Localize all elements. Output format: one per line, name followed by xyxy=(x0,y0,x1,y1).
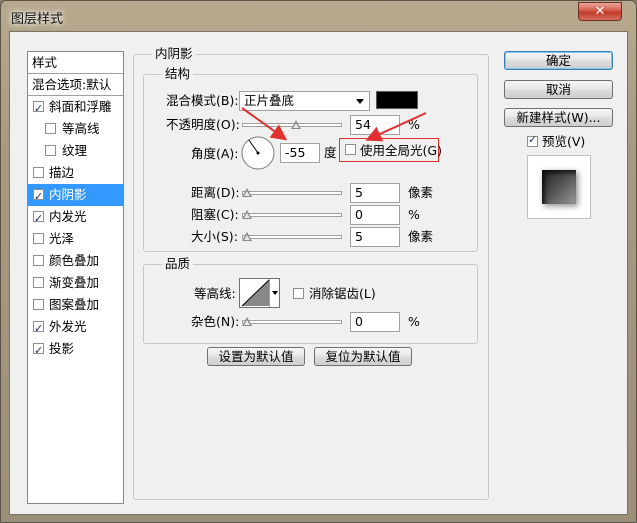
contour-preview-icon xyxy=(241,279,270,307)
styles-list-item[interactable]: 光泽 xyxy=(28,228,123,250)
styles-list: 样式 混合选项:默认斜面和浮雕等高线纹理描边内阴影内发光光泽颜色叠加渐变叠加图案… xyxy=(27,51,124,504)
styles-list-item-label: 渐变叠加 xyxy=(49,275,100,290)
inner-shadow-panel: 内阴影 结构 混合模式(B): 正片叠底 不透明度(O): 54 % 角度(A)… xyxy=(133,47,489,500)
styles-list-item-label: 混合选项:默认 xyxy=(32,77,112,92)
styles-list-item-label: 纹理 xyxy=(62,143,88,158)
structure-group: 结构 混合模式(B): 正片叠底 不透明度(O): 54 % 角度(A): -5… xyxy=(143,67,478,252)
preview-label: 预览(V) xyxy=(542,134,586,149)
new-style-button[interactable]: 新建样式(W)... xyxy=(504,108,613,127)
chevron-down-icon xyxy=(272,291,278,295)
styles-list-item[interactable]: 渐变叠加 xyxy=(28,272,123,294)
close-button[interactable]: ✕ xyxy=(578,2,622,21)
annotation-arrows xyxy=(241,107,427,142)
noise-slider[interactable] xyxy=(242,320,342,324)
style-checkbox[interactable] xyxy=(33,299,44,310)
style-checkbox[interactable] xyxy=(33,277,44,288)
style-checkbox[interactable] xyxy=(33,167,44,178)
style-preview xyxy=(527,155,591,219)
anti-alias-checkbox[interactable] xyxy=(293,288,304,299)
style-checkbox[interactable] xyxy=(33,208,44,230)
styles-list-item-label: 图案叠加 xyxy=(49,297,100,312)
styles-list-item-label: 外发光 xyxy=(49,319,87,334)
quality-group: 品质 等高线: 消除锯齿(L) 杂色(N): 0 % xyxy=(143,257,478,344)
noise-unit: % xyxy=(408,314,420,329)
styles-list-item[interactable]: 外发光 xyxy=(28,316,123,340)
styles-list-item[interactable]: 等高线 xyxy=(28,118,123,140)
make-default-button[interactable]: 设置为默认值 xyxy=(207,347,305,366)
anti-alias-label: 消除锯齿(L) xyxy=(309,286,376,301)
styles-list-item-label: 光泽 xyxy=(49,231,75,246)
style-checkbox[interactable] xyxy=(33,233,44,244)
contour-label: 等高线: xyxy=(194,286,236,301)
style-checkbox[interactable] xyxy=(33,98,44,120)
title-bar[interactable]: 图层样式 ✕ xyxy=(1,1,636,31)
reset-default-button[interactable]: 复位为默认值 xyxy=(314,347,412,366)
styles-list-item[interactable]: 内发光 xyxy=(28,206,123,230)
styles-list-item-label: 描边 xyxy=(49,165,75,180)
contour-picker[interactable] xyxy=(239,278,280,308)
noise-slider-thumb[interactable] xyxy=(242,317,252,326)
style-checkbox[interactable] xyxy=(33,186,44,208)
close-icon: ✕ xyxy=(594,4,606,19)
preview-swatch xyxy=(542,170,576,204)
noise-input[interactable]: 0 xyxy=(350,312,400,332)
panel-title: 内阴影 xyxy=(152,47,196,61)
contour-dropdown[interactable] xyxy=(269,279,279,307)
styles-list-item[interactable]: 投影 xyxy=(28,338,123,362)
cancel-button[interactable]: 取消 xyxy=(504,80,613,99)
styles-list-item-label: 投影 xyxy=(49,341,75,356)
styles-list-item-label: 内阴影 xyxy=(49,187,87,202)
styles-list-item[interactable]: 描边 xyxy=(28,162,123,184)
style-checkbox[interactable] xyxy=(45,145,56,156)
styles-list-header[interactable]: 样式 xyxy=(28,52,123,74)
dialog-client-area: 样式 混合选项:默认斜面和浮雕等高线纹理描边内阴影内发光光泽颜色叠加渐变叠加图案… xyxy=(9,31,628,515)
styles-list-item[interactable]: 图案叠加 xyxy=(28,294,123,316)
ok-button[interactable]: 确定 xyxy=(504,51,613,70)
layer-style-dialog: 图层样式 ✕ 样式 混合选项:默认斜面和浮雕等高线纹理描边内阴影内发光光泽颜色叠… xyxy=(0,0,637,523)
styles-list-item[interactable]: 颜色叠加 xyxy=(28,250,123,272)
styles-list-item[interactable]: 混合选项:默认 xyxy=(28,74,123,96)
noise-label: 杂色(N): xyxy=(191,314,240,329)
styles-list-item-label: 等高线 xyxy=(62,121,100,136)
window-title: 图层样式 xyxy=(11,12,64,27)
style-checkbox[interactable] xyxy=(33,255,44,266)
style-checkbox[interactable] xyxy=(45,123,56,134)
styles-list-item[interactable]: 斜面和浮雕 xyxy=(28,96,123,120)
preview-checkbox[interactable] xyxy=(527,133,538,147)
styles-list-item-label: 内发光 xyxy=(49,209,87,224)
quality-title: 品质 xyxy=(162,257,194,271)
styles-list-item[interactable]: 纹理 xyxy=(28,140,123,162)
style-checkbox[interactable] xyxy=(33,340,44,362)
style-checkbox[interactable] xyxy=(33,318,44,340)
styles-list-item-label: 斜面和浮雕 xyxy=(49,99,112,114)
styles-list-item[interactable]: 内阴影 xyxy=(28,184,123,208)
styles-list-item-label: 颜色叠加 xyxy=(49,253,100,268)
